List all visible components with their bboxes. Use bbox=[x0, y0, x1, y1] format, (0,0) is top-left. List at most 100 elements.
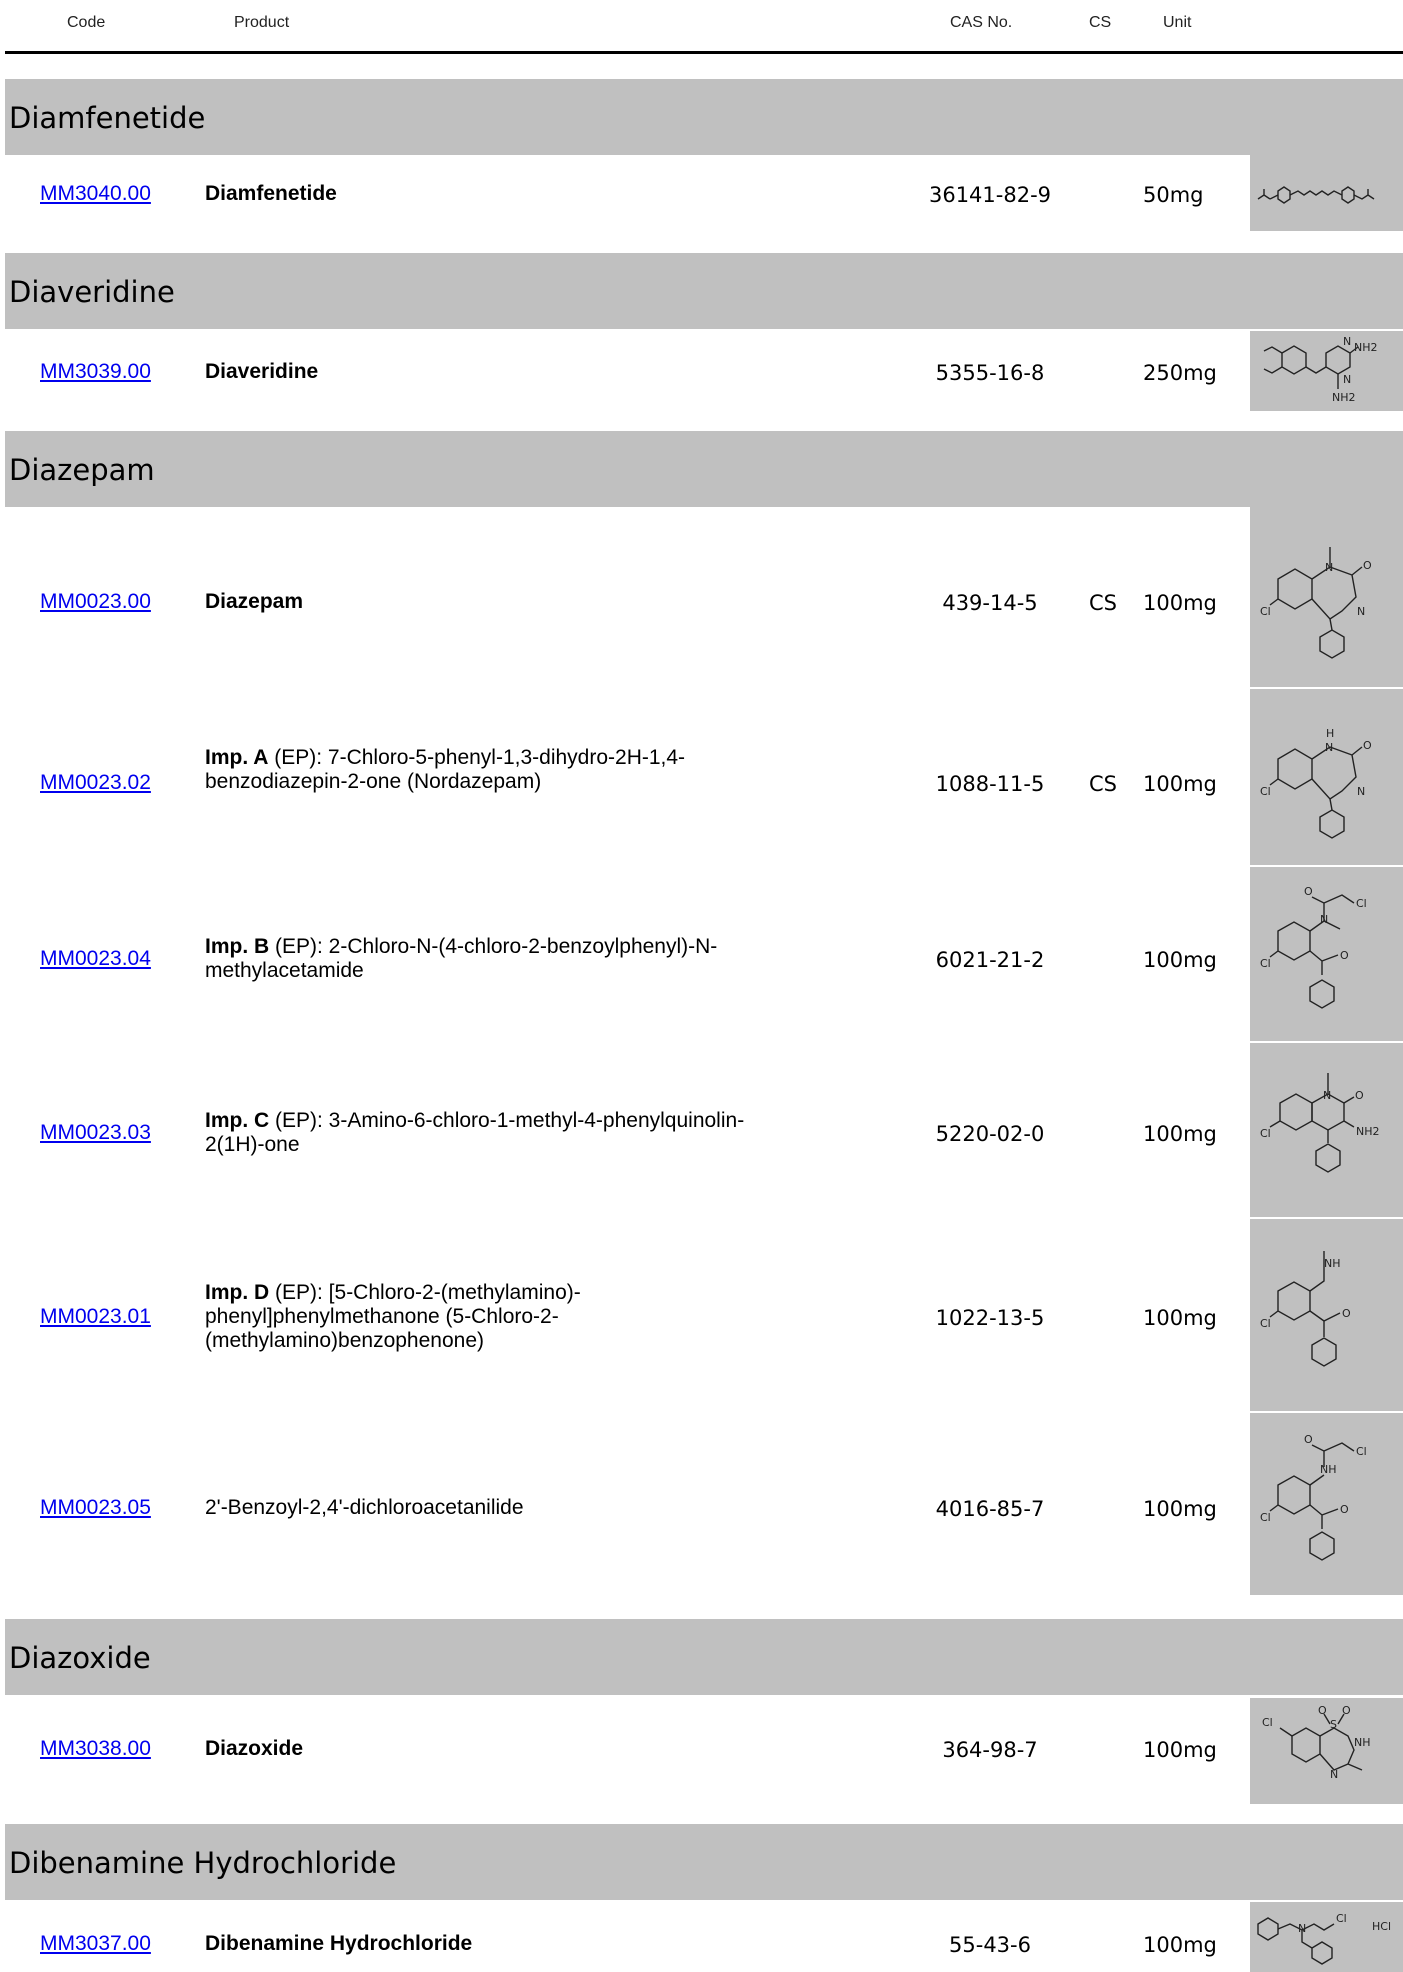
unit-size: 100mg bbox=[1143, 1122, 1217, 1146]
structure-label: N bbox=[1325, 741, 1333, 754]
product-row: MM0023.04 Imp. B (EP): 2-Chloro-N-(4-chl… bbox=[0, 867, 1403, 1043]
product-name-bold: Diazepam bbox=[205, 590, 304, 613]
cas-number: 55-43-6 bbox=[949, 1933, 1031, 1957]
structure-label: N bbox=[1343, 373, 1351, 386]
cas-number: 5220-02-0 bbox=[935, 1122, 1045, 1146]
section-title: Diaveridine bbox=[9, 275, 175, 309]
section-header-diamfenetide: Diamfenetide bbox=[5, 79, 1403, 155]
product-name: Diaveridine bbox=[205, 360, 765, 384]
section-title: Diazepam bbox=[9, 453, 155, 487]
product-name-bold: Dibenamine Hydrochloride bbox=[205, 1932, 473, 1955]
cs-marker: CS bbox=[1089, 591, 1117, 615]
product-code-link[interactable]: MM0023.03 bbox=[40, 1121, 151, 1145]
product-code-link[interactable]: MM3038.00 bbox=[40, 1737, 151, 1761]
product-name: Imp. B (EP): 2-Chloro-N-(4-chloro-2-benz… bbox=[205, 935, 765, 983]
nordazepam-structure-icon: Cl H N O N bbox=[1250, 689, 1403, 865]
product-code-link[interactable]: MM0023.05 bbox=[40, 1496, 151, 1520]
product-name-detail: 2'-Benzoyl-2,4'-dichloroacetanilide bbox=[205, 1496, 524, 1519]
product-name: 2'-Benzoyl-2,4'-dichloroacetanilide bbox=[205, 1496, 765, 1520]
structure-label: O bbox=[1363, 559, 1372, 572]
column-header-cs: CS bbox=[1089, 14, 1112, 31]
structure-label: Cl bbox=[1262, 1716, 1273, 1729]
diazoxide-structure-icon: Cl S O O NH N bbox=[1250, 1698, 1403, 1804]
product-row: MM3040.00 Diamfenetide 36141-82-9 50mg bbox=[0, 155, 1403, 235]
unit-size: 100mg bbox=[1143, 1933, 1217, 1957]
structure-label: Cl bbox=[1260, 605, 1271, 618]
product-row: MM0023.01 Imp. D (EP): [5-Chloro-2-(meth… bbox=[0, 1219, 1403, 1413]
product-row: MM0023.02 Imp. A (EP): 7-Chloro-5-phenyl… bbox=[0, 689, 1403, 867]
structure-label: N bbox=[1357, 605, 1365, 618]
product-code-link[interactable]: MM0023.01 bbox=[40, 1305, 151, 1329]
product-code-link[interactable]: MM3039.00 bbox=[40, 360, 151, 384]
cas-number: 439-14-5 bbox=[942, 591, 1038, 615]
structure-label: Cl bbox=[1260, 1511, 1271, 1524]
cas-number: 364-98-7 bbox=[942, 1738, 1038, 1762]
structure-label: O bbox=[1340, 1503, 1349, 1516]
section-title: Diazoxide bbox=[9, 1641, 151, 1675]
cs-marker: CS bbox=[1089, 772, 1117, 796]
structure-label: Cl bbox=[1260, 957, 1271, 970]
product-code-link[interactable]: MM0023.02 bbox=[40, 771, 151, 795]
product-name-detail: (EP): 2-Chloro-N-(4-chloro-2-benzoylphen… bbox=[205, 935, 718, 982]
product-name-detail: (EP): 7-Chloro-5-phenyl-1,3-dihydro-2H-1… bbox=[205, 746, 686, 793]
structure-label: NH bbox=[1354, 1736, 1371, 1749]
product-name: Diamfenetide bbox=[205, 182, 765, 206]
unit-size: 100mg bbox=[1143, 1738, 1217, 1762]
product-code-link[interactable]: MM3040.00 bbox=[40, 182, 151, 206]
structure-label: O bbox=[1342, 1307, 1351, 1320]
product-row: MM0023.00 Diazepam 439-14-5 CS 100mg Cl … bbox=[0, 507, 1403, 689]
product-code-link[interactable]: MM3037.00 bbox=[40, 1932, 151, 1956]
product-name: Imp. D (EP): [5-Chloro-2-(methylamino)-p… bbox=[205, 1281, 765, 1353]
unit-size: 100mg bbox=[1143, 772, 1217, 796]
product-name: Imp. C (EP): 3-Amino-6-chloro-1-methyl-4… bbox=[205, 1109, 765, 1157]
diaveridine-structure-icon: N N NH2 NH2 bbox=[1250, 331, 1403, 411]
structure-label: Cl bbox=[1260, 1127, 1271, 1140]
structure-label: H bbox=[1326, 727, 1334, 740]
unit-size: 100mg bbox=[1143, 1306, 1217, 1330]
structure-label: O bbox=[1355, 1089, 1364, 1102]
structure-label: O bbox=[1363, 739, 1372, 752]
structure-label: N bbox=[1320, 913, 1328, 926]
column-header-unit: Unit bbox=[1163, 14, 1192, 31]
product-name-bold: Diaveridine bbox=[205, 360, 319, 383]
imp-b-structure-icon: Cl O Cl N O bbox=[1250, 867, 1403, 1041]
structure-label: N bbox=[1298, 1922, 1306, 1935]
structure-label: NH2 bbox=[1332, 391, 1356, 404]
structure-label: N bbox=[1343, 335, 1351, 348]
structure-label: Cl bbox=[1260, 785, 1271, 798]
cas-number: 1022-13-5 bbox=[935, 1306, 1045, 1330]
header-divider bbox=[5, 51, 1403, 54]
structure-label: N bbox=[1325, 561, 1333, 574]
structure-label: HCl bbox=[1372, 1920, 1391, 1933]
product-code-link[interactable]: MM0023.00 bbox=[40, 590, 151, 614]
dichloroacetanilide-structure-icon: Cl O Cl NH O bbox=[1250, 1413, 1403, 1595]
structure-label: S bbox=[1330, 1718, 1337, 1731]
product-name-bold: Imp. B bbox=[205, 935, 270, 958]
unit-size: 100mg bbox=[1143, 591, 1217, 615]
product-name: Dibenamine Hydrochloride bbox=[205, 1932, 765, 1956]
dibenamine-structure-icon: N Cl HCl bbox=[1250, 1902, 1403, 1972]
unit-size: 100mg bbox=[1143, 948, 1217, 972]
product-row: MM0023.03 Imp. C (EP): 3-Amino-6-chloro-… bbox=[0, 1043, 1403, 1219]
structure-label: O bbox=[1342, 1704, 1351, 1717]
imp-d-structure-icon: Cl NH O bbox=[1250, 1219, 1403, 1411]
structure-label: O bbox=[1304, 1433, 1313, 1446]
section-header-diaveridine: Diaveridine bbox=[5, 253, 1403, 329]
section-header-diazepam: Diazepam bbox=[5, 431, 1403, 507]
structure-label: NH2 bbox=[1356, 1125, 1380, 1138]
product-name-bold: Diazoxide bbox=[205, 1737, 304, 1760]
structure-label: NH bbox=[1324, 1257, 1341, 1270]
product-name: Diazoxide bbox=[205, 1737, 765, 1761]
catalog-page: Code Product CAS No. CS Unit Diamfenetid… bbox=[0, 0, 1403, 1972]
structure-label: Cl bbox=[1260, 1317, 1271, 1330]
section-header-dibenamine-hydrochloride: Dibenamine Hydrochloride bbox=[5, 1824, 1403, 1900]
product-name-bold: Diamfenetide bbox=[205, 182, 337, 205]
cas-number: 36141-82-9 bbox=[928, 183, 1052, 207]
product-code-link[interactable]: MM0023.04 bbox=[40, 947, 151, 971]
product-row: MM3039.00 Diaveridine 5355-16-8 250mg N … bbox=[0, 329, 1403, 413]
product-row: MM3038.00 Diazoxide 364-98-7 100mg Cl S … bbox=[0, 1695, 1403, 1804]
section-title: Diamfenetide bbox=[9, 101, 206, 135]
column-header-code: Code bbox=[67, 14, 106, 31]
structure-label: Cl bbox=[1356, 897, 1367, 910]
structure-label: Cl bbox=[1336, 1912, 1347, 1925]
